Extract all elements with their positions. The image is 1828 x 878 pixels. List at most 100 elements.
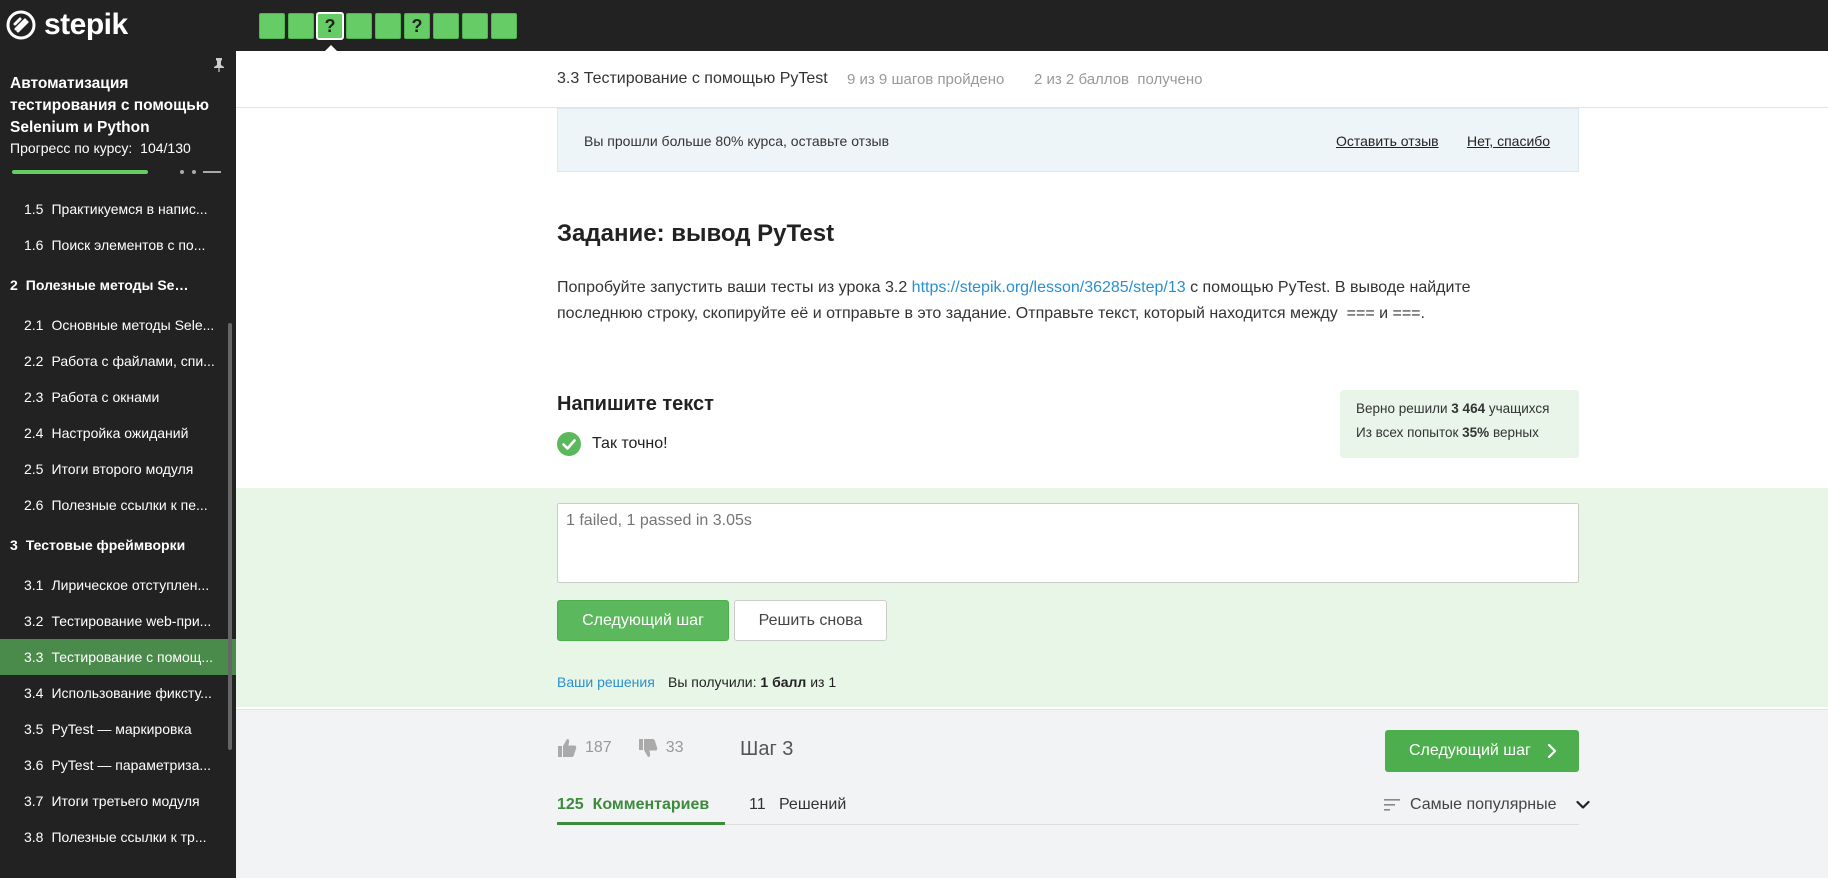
sidebar-item-label: Использование фиксту... bbox=[51, 685, 212, 701]
comments-count: 125 bbox=[557, 796, 584, 813]
sidebar-item-number: 3.6 bbox=[24, 757, 44, 773]
sidebar-item-number: 3.3 bbox=[24, 649, 44, 665]
sidebar-item-number: 2.4 bbox=[24, 425, 44, 441]
course-title[interactable]: Автоматизация тестирования с помощью Sel… bbox=[10, 73, 215, 139]
step-box-9[interactable] bbox=[491, 13, 517, 39]
step-box-1[interactable] bbox=[259, 13, 285, 39]
answer-textarea[interactable] bbox=[557, 503, 1579, 583]
lesson-link[interactable]: https://stepik.org/lesson/36285/step/13 bbox=[912, 279, 1186, 296]
stepik-logo[interactable]: stepik bbox=[6, 8, 128, 42]
task-title: Задание: вывод PyTest bbox=[557, 220, 835, 247]
sidebar-item-number: 2.3 bbox=[24, 389, 44, 405]
step-box-4[interactable] bbox=[346, 13, 372, 39]
sort-label: Самые популярные bbox=[1410, 796, 1557, 813]
sidebar-item-label: Настройка ожиданий bbox=[51, 425, 189, 441]
stepik-logo-icon bbox=[6, 10, 36, 40]
logo-text: stepik bbox=[44, 8, 128, 41]
reactions: 187 33 bbox=[557, 738, 710, 758]
sidebar-lesson-3-1[interactable]: 3.1 Лирическое отступлен... bbox=[0, 567, 236, 603]
sidebar-item-label: Работа с окнами bbox=[51, 389, 160, 405]
sidebar-item-number: 2.2 bbox=[24, 353, 44, 369]
sidebar-item-number: 2 bbox=[10, 277, 18, 293]
sidebar-lesson-3-7[interactable]: 3.7 Итоги третьего модуля bbox=[0, 783, 236, 819]
sidebar-lesson-3-4[interactable]: 3.4 Использование фиксту... bbox=[0, 675, 236, 711]
sidebar-lesson-1-6[interactable]: 1.6 Поиск элементов с по... bbox=[0, 227, 236, 263]
sidebar-item-label: Лирическое отступлен... bbox=[51, 577, 210, 593]
attempts-stat: Из всех попыток 35% верных bbox=[1356, 425, 1539, 440]
next-step-footer-button[interactable]: Следующий шаг bbox=[1385, 730, 1579, 772]
progress-label: Прогресс по курсу: bbox=[10, 140, 133, 156]
sidebar-item-number: 1.5 bbox=[24, 201, 44, 217]
progress-bar bbox=[12, 170, 221, 174]
sort-dropdown[interactable]: Самые популярные bbox=[1384, 796, 1591, 814]
review-banner-text: Вы прошли больше 80% курса, оставьте отз… bbox=[584, 133, 890, 149]
step-box-2[interactable] bbox=[288, 13, 314, 39]
step-box-6[interactable]: ? bbox=[404, 13, 430, 39]
step-box-7[interactable] bbox=[433, 13, 459, 39]
sidebar-lesson-3-8[interactable]: 3.8 Полезные ссылки к тр... bbox=[0, 819, 236, 855]
step-navigation: ?? bbox=[259, 12, 520, 53]
step-box-3[interactable]: ? bbox=[316, 12, 344, 53]
sidebar-item-label: PyTest — параметриза... bbox=[51, 757, 212, 773]
sidebar-lesson-1-5[interactable]: 1.5 Практикуемся в напис... bbox=[0, 191, 236, 227]
sidebar-item-number: 1.6 bbox=[24, 237, 44, 253]
solved-stat: Верно решили 3 464 учащихся bbox=[1356, 401, 1550, 416]
thumbs-up-icon[interactable] bbox=[557, 738, 577, 758]
result-text: Так точно! bbox=[592, 435, 668, 452]
quiz-title: Напишите текст bbox=[557, 393, 714, 415]
sidebar-lesson-2-3[interactable]: 2.3 Работа с окнами bbox=[0, 379, 236, 415]
step-box-5[interactable] bbox=[375, 13, 401, 39]
sidebar-item-label: PyTest — маркировка bbox=[51, 721, 192, 737]
sidebar-item-label: Тестовые фреймворки bbox=[25, 537, 186, 553]
score-text: Вы получили: 1 балл из 1 bbox=[668, 674, 837, 690]
comments-label: Комментариев bbox=[592, 796, 710, 813]
sidebar-item-label: Полезные ссылки к тр... bbox=[51, 829, 207, 845]
sidebar-item-number: 2.1 bbox=[24, 317, 44, 333]
lesson-list: 1.5 Практикуемся в напис... 1.6 Поиск элеме… bbox=[0, 191, 236, 855]
likes-count: 187 bbox=[585, 739, 612, 756]
sidebar-item-number: 3 bbox=[10, 537, 18, 553]
sidebar-item-label: Основные методы Sele... bbox=[51, 317, 215, 333]
tab-solutions[interactable]: 11 Решений bbox=[749, 796, 846, 814]
sidebar-lesson-3-3[interactable]: 3.3 Тестирование с помощ... bbox=[0, 639, 236, 675]
sidebar-item-number: 3.5 bbox=[24, 721, 44, 737]
sidebar-item-number: 3.7 bbox=[24, 793, 44, 809]
sort-icon bbox=[1384, 799, 1400, 811]
retry-button[interactable]: Решить снова bbox=[734, 600, 887, 641]
progress-value: 104/130 bbox=[140, 140, 191, 156]
sidebar-lesson-2-5[interactable]: 2.5 Итоги второго модуля bbox=[0, 451, 236, 487]
sidebar-item-label: Полезные ссылки к пе... bbox=[51, 497, 208, 513]
sidebar-module-2[interactable]: 2 Полезные методы Selen... bbox=[0, 263, 236, 307]
sidebar-module-3[interactable]: 3 Тестовые фреймворки bbox=[0, 523, 236, 567]
tab-comments[interactable]: 125 Комментариев bbox=[557, 796, 725, 825]
sidebar-lesson-3-2[interactable]: 3.2 Тестирование web-при... bbox=[0, 603, 236, 639]
sidebar-lesson-2-4[interactable]: 2.4 Настройка ожиданий bbox=[0, 415, 236, 451]
sidebar-lesson-2-6[interactable]: 2.6 Полезные ссылки к пе... bbox=[0, 487, 236, 523]
step-number: Шаг 3 bbox=[740, 738, 794, 760]
chevron-right-icon bbox=[1547, 730, 1557, 787]
sidebar-item-label: Работа с файлами, спи... bbox=[51, 353, 215, 369]
points-progress: 2 из 2 баллов получено bbox=[1034, 71, 1203, 88]
no-thanks-link[interactable]: Нет, спасибо bbox=[1467, 133, 1550, 149]
next-step-button[interactable]: Следующий шаг bbox=[557, 600, 729, 641]
sidebar-item-label: Практикуемся в напис... bbox=[51, 201, 208, 217]
step-header: 3.3 Тестирование с помощью PyTest 9 из 9… bbox=[236, 51, 1828, 108]
course-sidebar: Автоматизация тестирования с помощью Sel… bbox=[0, 51, 236, 878]
discussion-area: 187 33 Шаг 3 Следующий шаг 125 Комментар… bbox=[236, 709, 1828, 878]
leave-review-link[interactable]: Оставить отзыв bbox=[1336, 133, 1439, 149]
sidebar-item-number: 3.2 bbox=[24, 613, 44, 629]
sidebar-lesson-3-6[interactable]: 3.6 PyTest — параметриза... bbox=[0, 747, 236, 783]
thumbs-down-icon[interactable] bbox=[638, 738, 658, 758]
sidebar-scrollbar[interactable] bbox=[228, 323, 232, 750]
lesson-title: 3.3 Тестирование с помощью PyTest bbox=[557, 70, 828, 87]
sidebar-item-label: Итоги второго модуля bbox=[51, 461, 194, 477]
sidebar-item-label: Итоги третьего модуля bbox=[51, 793, 200, 809]
your-solutions-link[interactable]: Ваши решения bbox=[557, 674, 655, 690]
sidebar-lesson-2-2[interactable]: 2.2 Работа с файлами, спи... bbox=[0, 343, 236, 379]
sidebar-lesson-3-5[interactable]: 3.5 PyTest — маркировка bbox=[0, 711, 236, 747]
step-box-8[interactable] bbox=[462, 13, 488, 39]
top-bar: stepik ?? bbox=[0, 0, 1828, 53]
task-desc-start: Попробуйте запустить ваши тесты из урока… bbox=[557, 279, 912, 296]
solutions-count: 11 bbox=[749, 796, 766, 813]
sidebar-lesson-2-1[interactable]: 2.1 Основные методы Sele... bbox=[0, 307, 236, 343]
